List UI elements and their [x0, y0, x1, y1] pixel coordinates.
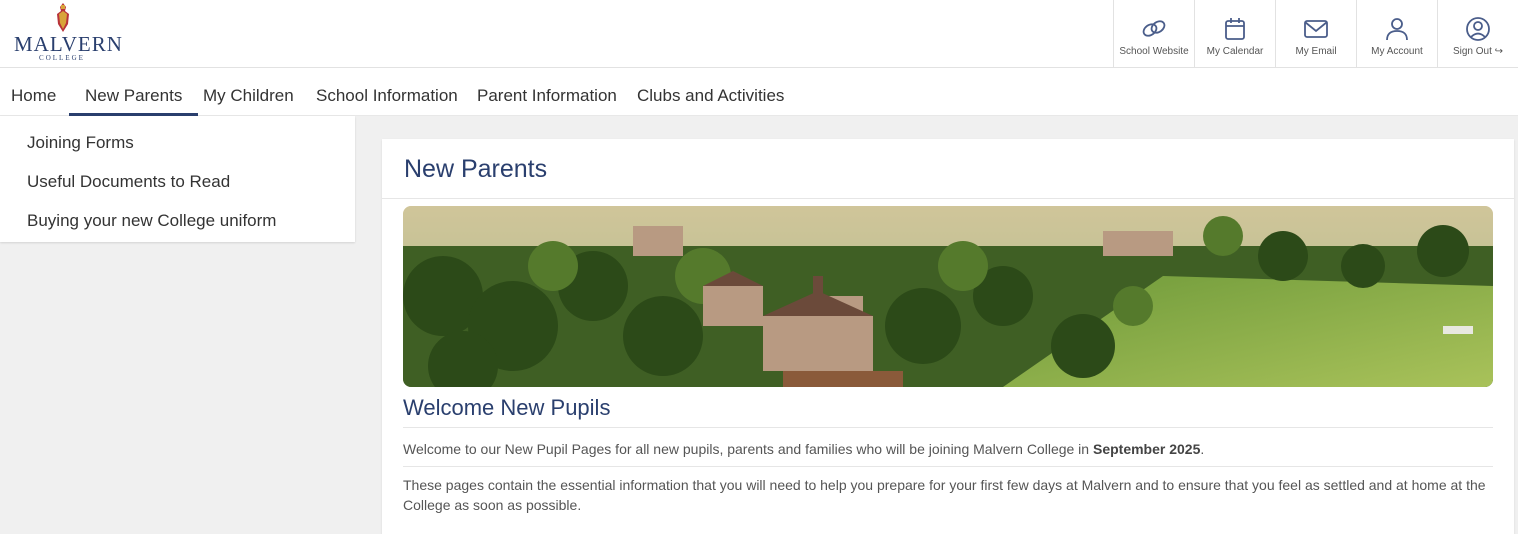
person-icon	[1386, 18, 1408, 41]
sign-out-link[interactable]: Sign Out ↪	[1437, 0, 1518, 68]
malvern-college-logo[interactable]: MALVERN COLLEGE	[14, 2, 122, 62]
my-account-label: My Account	[1371, 46, 1423, 57]
sign-out-label: Sign Out ↪	[1452, 46, 1504, 57]
logo-subtitle: COLLEGE	[39, 54, 85, 62]
school-website-link[interactable]: School Website	[1113, 0, 1194, 68]
main-navigation: Home New Parents My Children School Info…	[0, 68, 1518, 116]
divider	[403, 466, 1493, 467]
nav-home[interactable]: Home	[11, 68, 56, 116]
crest-icon	[57, 3, 69, 32]
hero-image	[403, 206, 1493, 387]
nav-parent-information[interactable]: Parent Information	[477, 68, 617, 116]
nav-school-information[interactable]: School Information	[316, 68, 458, 116]
user-circle-icon	[1466, 17, 1490, 41]
main-content: New Parents Welcome New Pupils Welcome t…	[382, 139, 1514, 534]
quick-links: School Website My Calendar My Email My A…	[1113, 0, 1518, 68]
body-text: These pages contain the essential inform…	[403, 477, 1486, 513]
top-header: MALVERN COLLEGE School Website My Calend…	[0, 0, 1518, 68]
sign-out-icon: ↪	[1494, 46, 1504, 57]
school-website-label: School Website	[1119, 46, 1189, 57]
nav-new-parents[interactable]: New Parents	[68, 68, 199, 116]
sidebar: Joining Forms Useful Documents to Read B…	[0, 116, 355, 242]
nav-clubs-and-activities[interactable]: Clubs and Activities	[637, 68, 784, 116]
nav-my-children[interactable]: My Children	[203, 68, 294, 116]
campus-aerial-photo	[403, 206, 1493, 387]
my-email-link[interactable]: My Email	[1275, 0, 1356, 68]
page-title: New Parents	[404, 155, 548, 183]
sidebar-item-joining-forms[interactable]: Joining Forms	[27, 133, 134, 153]
my-email-label: My Email	[1295, 46, 1337, 57]
my-calendar-link[interactable]: My Calendar	[1194, 0, 1275, 68]
my-calendar-label: My Calendar	[1206, 46, 1264, 57]
divider	[403, 427, 1493, 428]
intro-text: Welcome to our New Pupil Pages for all n…	[403, 441, 1205, 457]
sidebar-item-useful-documents[interactable]: Useful Documents to Read	[27, 172, 230, 192]
section-heading: Welcome New Pupils	[403, 395, 611, 420]
intro-date: September 2025	[1092, 441, 1201, 457]
my-account-link[interactable]: My Account	[1356, 0, 1437, 68]
calendar-icon	[1225, 18, 1245, 40]
sidebar-item-uniform[interactable]: Buying your new College uniform	[27, 211, 276, 231]
envelope-icon	[1304, 20, 1328, 38]
divider	[382, 198, 1514, 199]
chain-link-icon	[1142, 20, 1166, 37]
